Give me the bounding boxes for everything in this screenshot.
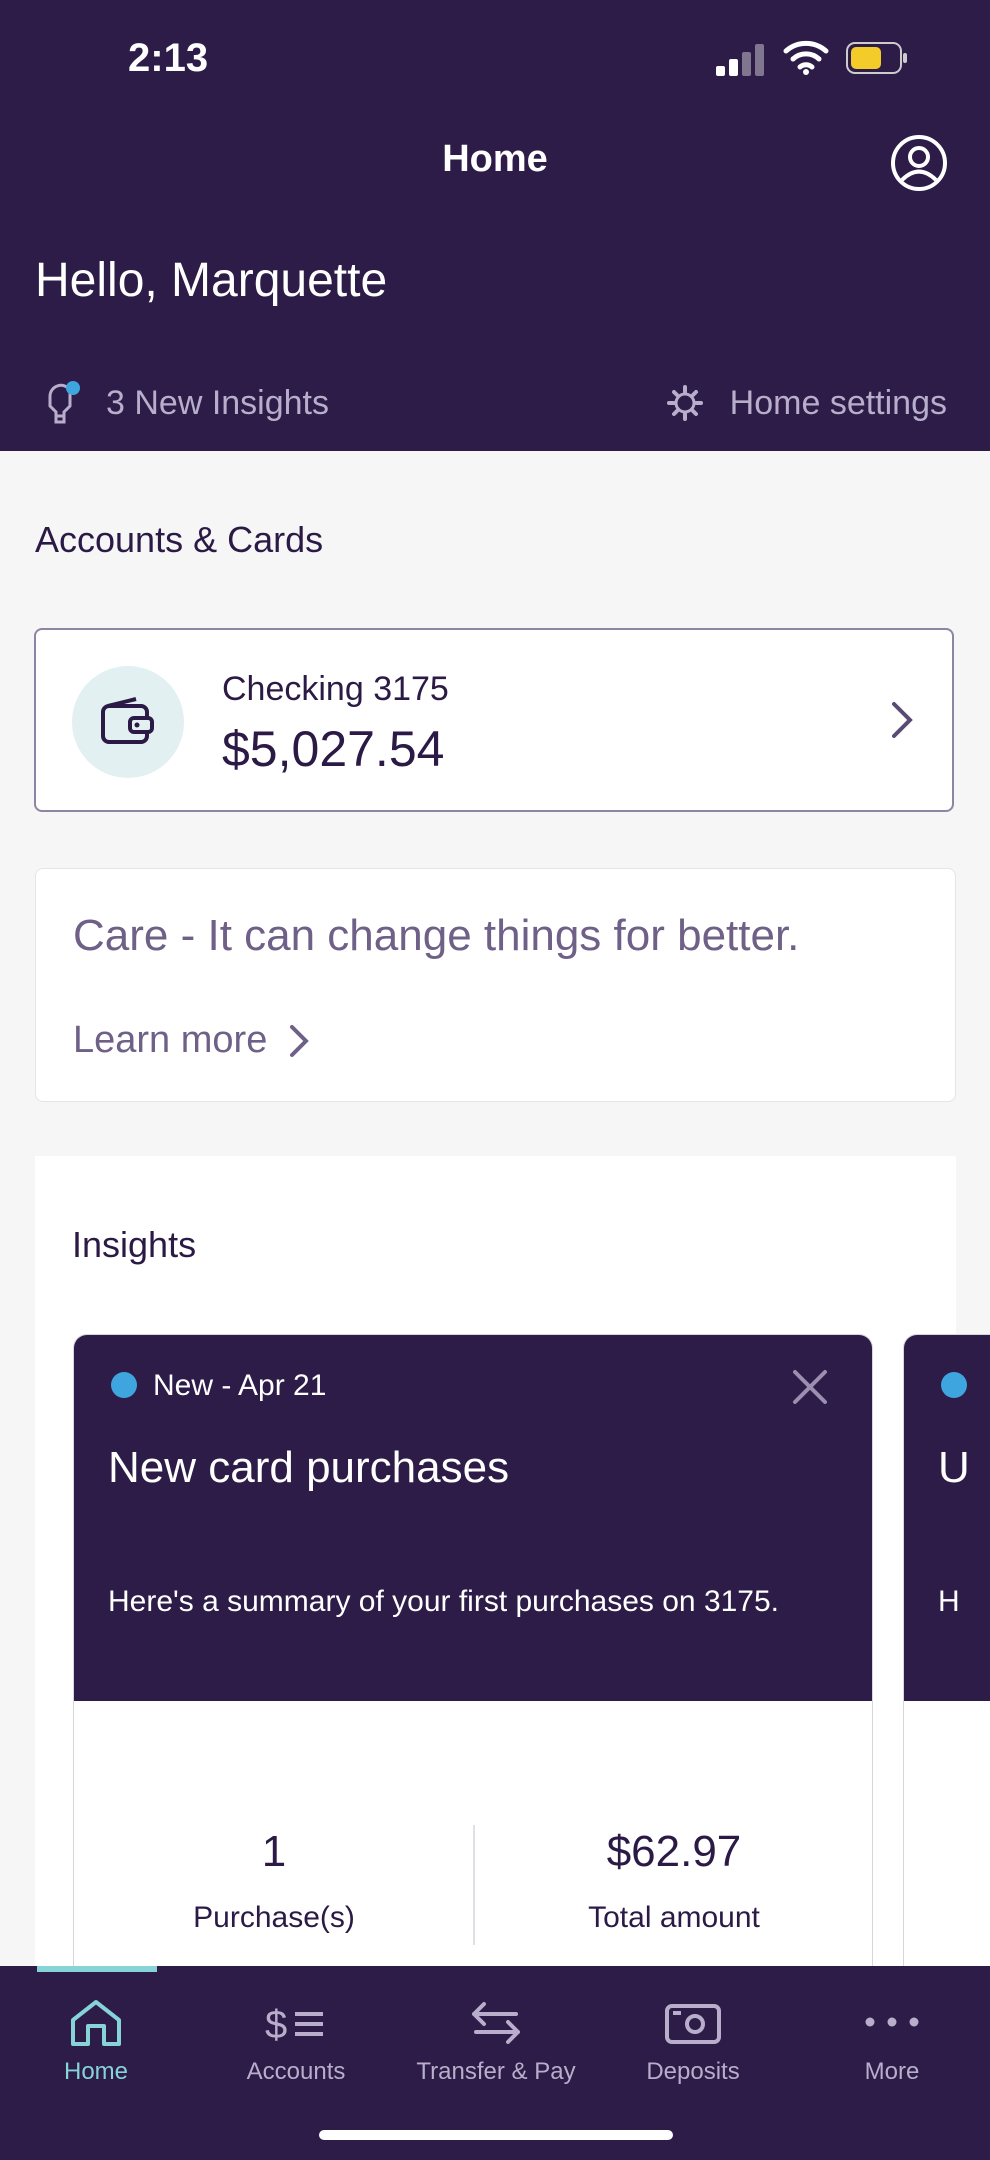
next-insight-card[interactable]: U H bbox=[903, 1334, 990, 1994]
greeting: Hello, Marquette bbox=[35, 254, 388, 307]
gear-icon bbox=[666, 385, 703, 421]
insight-status: New - Apr 21 bbox=[153, 1369, 327, 1402]
accounts-icon: $ bbox=[265, 2003, 323, 2047]
stat-label: Purchase(s) bbox=[193, 1901, 355, 1934]
tab-more[interactable]: More bbox=[793, 1986, 990, 2106]
deposit-icon bbox=[665, 2004, 721, 2044]
tab-label: Deposits bbox=[646, 2058, 740, 2085]
learn-more-label: Learn more bbox=[73, 1019, 268, 1061]
new-indicator-dot bbox=[111, 1372, 137, 1398]
tab-label: Home bbox=[63, 2058, 129, 2085]
profile-icon[interactable] bbox=[889, 133, 949, 193]
insight-description: Here's a summary of your first purchases… bbox=[108, 1585, 780, 1618]
tab-home[interactable]: Home bbox=[0, 1986, 195, 2106]
more-dots-icon bbox=[865, 2017, 919, 2027]
accounts-section-title: Accounts & Cards bbox=[35, 519, 324, 560]
wallet-icon bbox=[101, 697, 154, 744]
new-indicator-dot bbox=[941, 1372, 967, 1398]
tab-deposits[interactable]: Deposits bbox=[594, 1986, 792, 2106]
transfer-icon bbox=[472, 2002, 520, 2044]
total-amount-stat: $62.97 Total amount bbox=[474, 1827, 872, 1935]
tab-label: Accounts bbox=[246, 2058, 346, 2085]
learn-more-link[interactable]: Learn more bbox=[73, 1019, 310, 1062]
active-tab-indicator bbox=[37, 1966, 157, 1972]
home-indicator[interactable] bbox=[319, 2130, 673, 2140]
page-title: Home bbox=[442, 138, 548, 180]
new-insights-label: 3 New Insights bbox=[106, 383, 329, 422]
status-time: 2:13 bbox=[128, 36, 209, 80]
chevron-right-icon bbox=[892, 702, 913, 738]
home-icon bbox=[71, 2000, 121, 2046]
stat-value: 1 bbox=[261, 1827, 287, 1876]
promo-card: Care - It can change things for better. … bbox=[35, 868, 956, 1102]
home-settings-link[interactable]: Home settings bbox=[666, 378, 947, 428]
stat-value: $62.97 bbox=[606, 1827, 742, 1876]
insight-card[interactable]: New - Apr 21 New card purchases Here's a… bbox=[73, 1334, 873, 1994]
lightbulb-icon bbox=[48, 381, 80, 424]
insights-section-title: Insights bbox=[72, 1224, 197, 1265]
next-insight-description: H bbox=[938, 1585, 960, 1618]
home-settings-label: Home settings bbox=[729, 383, 947, 422]
chevron-right-icon bbox=[290, 1024, 310, 1057]
header: 2:13 Home Hello, Marquette 3 New Insight… bbox=[0, 0, 990, 451]
purchase-count-stat: 1 Purchase(s) bbox=[74, 1827, 474, 1935]
account-icon-badge bbox=[72, 666, 184, 778]
svg-text:$: $ bbox=[265, 2003, 287, 2047]
tab-accounts[interactable]: $ Accounts bbox=[197, 1986, 395, 2106]
next-insight-title: U bbox=[938, 1443, 970, 1492]
promo-title: Care - It can change things for better. bbox=[73, 911, 800, 960]
next-insight-header: U H bbox=[904, 1335, 990, 1701]
stat-label: Total amount bbox=[588, 1901, 760, 1934]
tab-label: More bbox=[864, 2058, 920, 2085]
battery-icon bbox=[846, 42, 907, 74]
tab-transfer-pay[interactable]: Transfer & Pay bbox=[397, 1986, 595, 2106]
cellular-signal-icon bbox=[716, 44, 766, 76]
close-icon[interactable] bbox=[792, 1369, 828, 1405]
insight-title: New card purchases bbox=[108, 1443, 510, 1492]
account-name: Checking 3175 bbox=[222, 670, 449, 708]
account-card-checking[interactable]: Checking 3175 $5,027.54 bbox=[34, 628, 954, 812]
wifi-icon bbox=[783, 40, 829, 75]
account-balance: $5,027.54 bbox=[222, 721, 445, 777]
insight-card-header: New - Apr 21 New card purchases Here's a… bbox=[74, 1335, 872, 1701]
new-insights-link[interactable]: 3 New Insights bbox=[42, 378, 329, 428]
tab-label: Transfer & Pay bbox=[416, 2058, 576, 2085]
